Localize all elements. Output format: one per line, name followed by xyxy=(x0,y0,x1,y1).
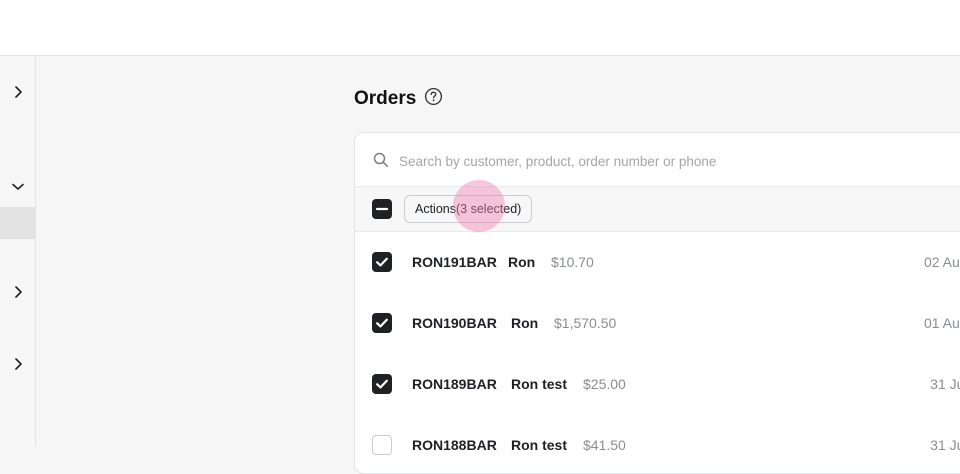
row-checkbox[interactable] xyxy=(372,374,392,394)
selected-count-label: (3 selected) xyxy=(456,202,522,216)
order-number[interactable]: RON191BAR xyxy=(412,254,497,270)
order-date: 31 Jul 20 xyxy=(930,376,960,392)
customer-name: Ron xyxy=(511,315,539,331)
search-input[interactable] xyxy=(397,149,921,173)
search-icon xyxy=(373,152,389,173)
bulk-actions-bar: Actions (3 selected) xyxy=(355,187,960,232)
order-number[interactable]: RON188BAR xyxy=(412,437,497,453)
row-checkbox[interactable] xyxy=(372,313,392,333)
sidebar-selected-item[interactable] xyxy=(0,207,35,239)
top-bar xyxy=(0,0,960,56)
page-title: Orders xyxy=(354,88,417,109)
row-checkbox[interactable] xyxy=(372,435,392,455)
row-checkbox[interactable] xyxy=(372,252,392,272)
order-date: 01 Aug 20 xyxy=(923,315,960,331)
chevron-right-icon xyxy=(12,357,24,371)
order-row[interactable]: RON191BAR Ron $10.70 02 Aug 20 xyxy=(355,232,960,294)
order-date: 31 Jul 20 xyxy=(930,437,960,453)
order-number[interactable]: RON189BAR xyxy=(412,376,497,392)
order-amount: $1,570.50 xyxy=(554,315,617,331)
order-amount: $25.00 xyxy=(583,376,626,392)
order-number[interactable]: RON190BAR xyxy=(412,315,497,331)
actions-button-label: Actions xyxy=(415,202,456,216)
sidebar-expand-toggle[interactable] xyxy=(0,348,35,380)
order-row[interactable]: RON189BAR Ron test $25.00 31 Jul 20 xyxy=(355,354,960,416)
customer-name: Ron xyxy=(508,254,536,270)
order-row[interactable]: RON188BAR Ron test $41.50 31 Jul 20 xyxy=(355,415,960,473)
sidebar-expand-toggle[interactable] xyxy=(0,276,35,308)
sidebar xyxy=(0,56,36,446)
order-date: 02 Aug 20 xyxy=(923,254,960,270)
customer-name: Ron test xyxy=(511,437,567,453)
actions-button[interactable]: Actions (3 selected) xyxy=(404,195,533,223)
page-header: Orders xyxy=(354,86,443,112)
search-bar xyxy=(355,133,960,187)
question-circle-icon[interactable] xyxy=(424,87,443,111)
chevron-right-icon xyxy=(12,285,24,299)
sidebar-collapse-toggle[interactable] xyxy=(0,171,35,203)
chevron-right-icon xyxy=(12,85,24,99)
customer-name: Ron test xyxy=(511,376,567,392)
order-amount: $41.50 xyxy=(583,437,626,453)
order-row[interactable]: RON190BAR Ron $1,570.50 01 Aug 20 xyxy=(355,293,960,355)
order-amount: $10.70 xyxy=(551,254,594,270)
sidebar-expand-toggle[interactable] xyxy=(0,76,35,108)
select-all-checkbox[interactable] xyxy=(372,199,392,219)
chevron-down-icon xyxy=(11,181,25,193)
orders-card: Actions(3 selected) RON191BAR Ron $10.70… xyxy=(354,132,960,474)
